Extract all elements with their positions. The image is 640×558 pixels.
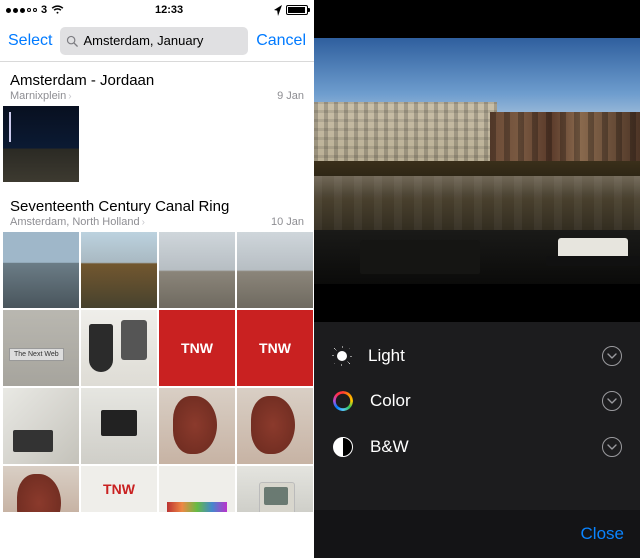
section-date: 9 Jan	[277, 90, 304, 102]
status-bar: 3 12:33	[0, 0, 314, 20]
chevron-down-icon	[607, 351, 617, 361]
wifi-icon	[51, 5, 64, 15]
status-right	[274, 5, 308, 16]
expand-button[interactable]	[602, 346, 622, 366]
photo-thumbnail[interactable]	[237, 388, 313, 464]
battery-icon	[286, 5, 308, 15]
photo-preview[interactable]	[314, 38, 640, 284]
chevron-down-icon	[607, 442, 617, 452]
signal-strength-icon	[6, 8, 37, 13]
search-input[interactable]	[83, 33, 242, 48]
control-label: B&W	[370, 437, 409, 457]
section-date: 10 Jan	[271, 216, 304, 228]
photo-thumbnail[interactable]	[159, 388, 235, 464]
photo-thumbnail[interactable]	[81, 310, 157, 386]
photo-thumbnail[interactable]	[3, 310, 79, 386]
light-control-row[interactable]: Light	[314, 334, 640, 378]
section-header[interactable]: Amsterdam - Jordaan Marnixplein › 9 Jan	[0, 62, 314, 104]
color-ring-icon	[333, 391, 353, 411]
edit-controls-panel: Light Color B&W	[314, 322, 640, 558]
section-subtitle: Marnixplein ›	[10, 90, 154, 102]
results-scroll[interactable]: Amsterdam - Jordaan Marnixplein › 9 Jan …	[0, 62, 314, 558]
photo-preview-area	[314, 0, 640, 322]
close-button[interactable]: Close	[581, 524, 624, 544]
section-title: Seventeenth Century Canal Ring	[10, 198, 229, 215]
control-label: Color	[370, 391, 411, 411]
expand-button[interactable]	[602, 391, 622, 411]
carrier-label: 3	[41, 4, 47, 16]
photo-thumbnail[interactable]: TNW	[81, 466, 157, 512]
photo-edit-screen: Light Color B&W	[314, 0, 640, 558]
status-left: 3	[6, 4, 64, 16]
photo-thumbnail[interactable]: TNW	[159, 310, 235, 386]
bw-icon	[333, 437, 353, 457]
color-control-row[interactable]: Color	[314, 378, 640, 424]
photo-thumbnail[interactable]	[81, 232, 157, 308]
section-header[interactable]: Seventeenth Century Canal Ring Amsterdam…	[0, 188, 314, 230]
chevron-right-icon: ›	[68, 91, 71, 102]
photo-thumbnail[interactable]: TNW	[237, 310, 313, 386]
photo-thumbnail[interactable]	[237, 466, 313, 512]
photo-thumbnail[interactable]	[3, 106, 79, 182]
bottom-bar: Close	[314, 510, 640, 558]
bw-control-row[interactable]: B&W	[314, 424, 640, 470]
photo-thumbnail[interactable]	[237, 232, 313, 308]
photo-thumbnail[interactable]	[3, 232, 79, 308]
nav-bar: Select Cancel	[0, 20, 314, 62]
photo-thumbnail[interactable]	[159, 232, 235, 308]
photos-search-screen: 3 12:33 Select Cancel	[0, 0, 314, 558]
location-icon	[274, 5, 282, 16]
light-icon	[332, 346, 352, 366]
search-icon	[66, 35, 78, 47]
photo-grid: TNW TNW TNW	[0, 230, 314, 542]
chevron-down-icon	[607, 396, 617, 406]
photo-thumbnail[interactable]	[3, 466, 79, 512]
photo-thumbnail[interactable]	[159, 466, 235, 512]
select-button[interactable]: Select	[8, 32, 52, 50]
status-time: 12:33	[155, 4, 183, 16]
photo-thumbnail[interactable]	[81, 388, 157, 464]
section-subtitle: Amsterdam, North Holland ›	[10, 216, 229, 228]
section-title: Amsterdam - Jordaan	[10, 72, 154, 89]
search-field[interactable]	[60, 27, 248, 55]
cancel-button[interactable]: Cancel	[256, 32, 306, 50]
control-label: Light	[368, 346, 405, 366]
chevron-right-icon: ›	[142, 217, 145, 228]
expand-button[interactable]	[602, 437, 622, 457]
photo-thumbnail[interactable]	[3, 388, 79, 464]
